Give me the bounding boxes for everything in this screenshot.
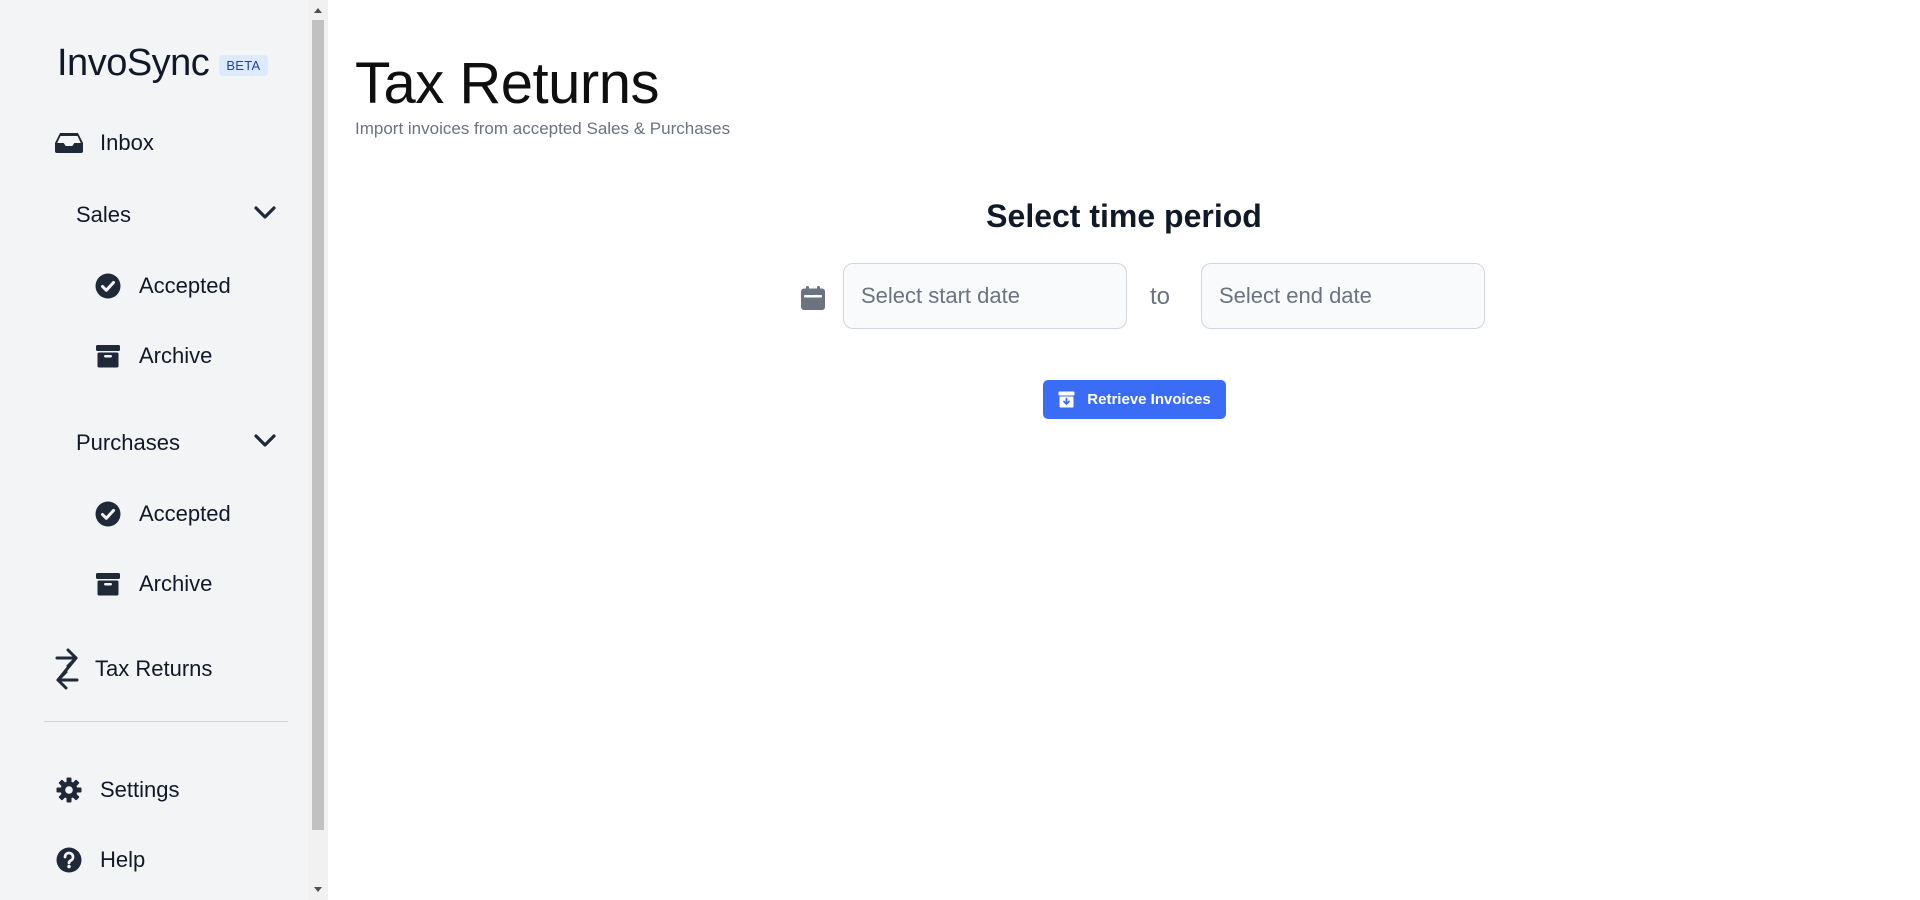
scroll-down-arrow[interactable] bbox=[308, 880, 328, 900]
sidebar-item-label: Accepted bbox=[139, 501, 231, 526]
brand[interactable]: InvoSync BETA bbox=[57, 42, 268, 85]
date-range-separator: to bbox=[1150, 283, 1171, 310]
main-content: Tax Returns Import invoices from accepte… bbox=[328, 0, 1920, 900]
sidebar-item-sales-archive[interactable]: Archive bbox=[93, 341, 212, 371]
gear-icon bbox=[54, 775, 84, 805]
sidebar-item-label: Help bbox=[100, 847, 146, 872]
check-circle-icon bbox=[93, 271, 123, 301]
sidebar-item-purchases-accepted[interactable]: Accepted bbox=[93, 499, 231, 529]
archive-box-icon bbox=[93, 569, 123, 599]
calendar-icon bbox=[800, 285, 826, 316]
scroll-up-arrow[interactable] bbox=[308, 0, 328, 20]
chevron-down-icon bbox=[254, 433, 276, 453]
scrollbar-thumb[interactable] bbox=[312, 20, 324, 830]
sidebar-group-sales[interactable]: Sales bbox=[76, 202, 276, 228]
page-subtitle: Import invoices from accepted Sales & Pu… bbox=[355, 119, 731, 138]
sidebar-item-purchases-archive[interactable]: Archive bbox=[93, 569, 212, 599]
sidebar-item-label: Settings bbox=[100, 777, 180, 802]
sidebar-item-inbox[interactable]: Inbox bbox=[54, 128, 154, 158]
sidebar-item-label: Tax Returns bbox=[95, 656, 213, 681]
sidebar-group-label: Purchases bbox=[76, 430, 180, 455]
sidebar-group-purchases[interactable]: Purchases bbox=[76, 430, 276, 456]
brand-name: InvoSync bbox=[57, 42, 210, 84]
page-title: Tax Returns bbox=[355, 51, 659, 116]
sidebar-item-tax-returns[interactable]: Tax Returns bbox=[52, 648, 213, 690]
inbox-icon bbox=[54, 128, 84, 158]
retrieve-invoices-button[interactable]: Retrieve Invoices bbox=[1043, 380, 1226, 419]
period-heading: Select time period bbox=[986, 198, 1262, 234]
end-date-input[interactable] bbox=[1201, 263, 1485, 329]
sidebar-item-label: Accepted bbox=[139, 273, 231, 298]
sidebar-item-label: Archive bbox=[139, 343, 213, 368]
sidebar-scrollbar[interactable] bbox=[308, 0, 328, 900]
sidebar-group-label: Sales bbox=[76, 202, 132, 227]
sidebar-item-label: Inbox bbox=[100, 130, 154, 155]
question-circle-icon bbox=[54, 845, 84, 875]
check-circle-icon bbox=[93, 499, 123, 529]
sidebar-divider bbox=[44, 721, 288, 722]
sidebar-item-help[interactable]: Help bbox=[54, 845, 145, 875]
sidebar: InvoSync BETA Inbox Sales Accepted Archi… bbox=[0, 0, 308, 900]
sidebar-item-sales-accepted[interactable]: Accepted bbox=[93, 271, 231, 301]
archive-box-icon bbox=[93, 341, 123, 371]
archive-download-icon bbox=[1058, 391, 1075, 408]
start-date-input[interactable] bbox=[843, 263, 1127, 329]
arrows-right-left-icon bbox=[52, 648, 82, 690]
beta-badge: BETA bbox=[219, 55, 268, 76]
sidebar-item-label: Archive bbox=[139, 571, 213, 596]
retrieve-invoices-label: Retrieve Invoices bbox=[1087, 391, 1211, 408]
sidebar-item-settings[interactable]: Settings bbox=[54, 775, 180, 805]
chevron-down-icon bbox=[254, 205, 276, 225]
